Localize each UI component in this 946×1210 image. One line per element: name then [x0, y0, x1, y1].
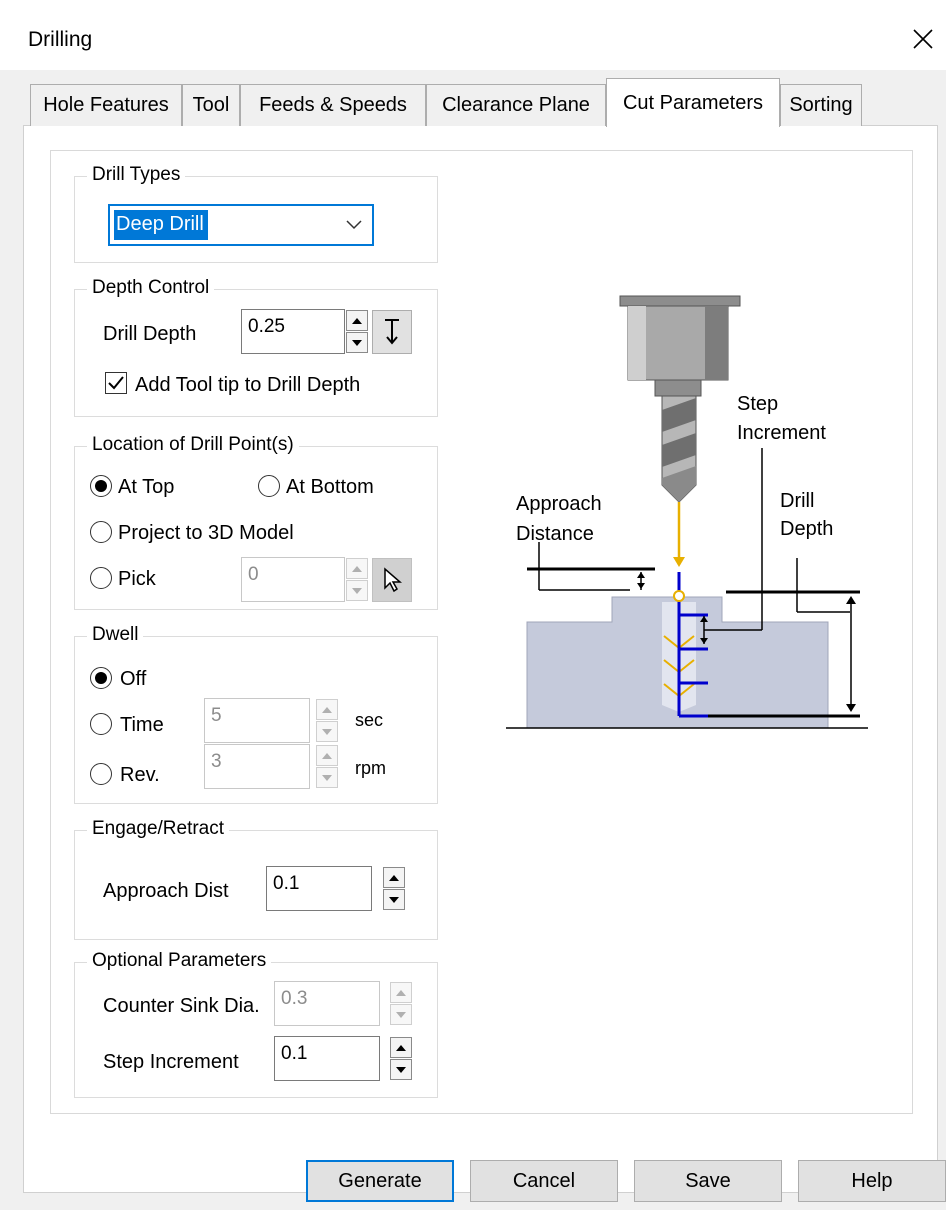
- pick-point-button[interactable]: [372, 558, 412, 602]
- depth-label-line1: Drill: [780, 490, 814, 512]
- at-top-radio[interactable]: [90, 475, 112, 497]
- drill-depth-down-button[interactable]: [346, 332, 368, 353]
- tab-cut-parameters[interactable]: Cut Parameters: [606, 78, 780, 127]
- dwell-off-label: Off: [120, 668, 147, 690]
- tab-hole-features[interactable]: Hole Features: [30, 84, 182, 126]
- arrow-up-icon: [396, 1044, 406, 1051]
- cancel-button[interactable]: Cancel: [470, 1160, 618, 1202]
- step-label-line1: Step: [737, 393, 778, 415]
- optional-parameters-legend: Optional Parameters: [87, 950, 272, 972]
- arrow-down-icon: [389, 896, 399, 903]
- pick-down-button[interactable]: [346, 580, 368, 601]
- dwell-rev-unit: rpm: [355, 758, 386, 778]
- counter-sink-up-button[interactable]: [390, 982, 412, 1003]
- project-label: Project to 3D Model: [118, 522, 294, 544]
- tab-clearance-plane[interactable]: Clearance Plane: [426, 84, 606, 126]
- arrow-up-icon: [352, 317, 362, 324]
- counter-sink-down-button[interactable]: [390, 1004, 412, 1025]
- approach-dist-input[interactable]: 0.1: [266, 866, 372, 911]
- at-bottom-label: At Bottom: [286, 476, 374, 498]
- arrow-down-icon: [352, 339, 362, 346]
- arrow-up-icon: [396, 989, 406, 996]
- arrow-up-icon: [322, 706, 332, 713]
- arrow-up-icon: [322, 752, 332, 759]
- step-increment-up-button[interactable]: [390, 1037, 412, 1058]
- dwell-time-unit: sec: [355, 710, 384, 730]
- depth-control-legend: Depth Control: [87, 277, 215, 299]
- counter-sink-input[interactable]: 0.3: [274, 981, 380, 1026]
- depth-label-line2: Depth: [780, 518, 833, 540]
- drill-types-legend: Drill Types: [87, 164, 186, 186]
- step-label-line2: Increment: [737, 422, 826, 444]
- dwell-rev-label: Rev.: [120, 764, 160, 786]
- approach-dist-up-button[interactable]: [383, 867, 405, 888]
- arrow-up-icon: [389, 874, 399, 881]
- add-tool-tip-checkbox[interactable]: [105, 372, 127, 394]
- dwell-rev-down-button[interactable]: [316, 767, 338, 788]
- pick-value-input[interactable]: 0: [241, 557, 345, 602]
- pick-up-button[interactable]: [346, 558, 368, 579]
- step-increment-label: Step Increment: [103, 1051, 239, 1073]
- engage-retract-legend: Engage/Retract: [87, 818, 230, 840]
- dwell-off-radio[interactable]: [90, 667, 112, 689]
- generate-button[interactable]: Generate: [306, 1160, 454, 1202]
- arrow-down-icon: [396, 1011, 406, 1018]
- pick-depth-button[interactable]: [372, 310, 412, 354]
- dwell-time-down-button[interactable]: [316, 721, 338, 742]
- arrow-down-icon: [352, 587, 362, 594]
- add-tool-tip-label: Add Tool tip to Drill Depth: [135, 374, 361, 396]
- tab-strip: Hole Features Tool Feeds & Speeds Cleara…: [30, 78, 910, 127]
- at-bottom-radio[interactable]: [258, 475, 280, 497]
- dwell-rev-radio[interactable]: [90, 763, 112, 785]
- drill-depth-label: Drill Depth: [103, 323, 197, 345]
- arrow-down-icon: [322, 774, 332, 781]
- dwell-time-input[interactable]: 5: [204, 698, 310, 743]
- arrow-down-icon: [322, 728, 332, 735]
- dwell-rev-up-button[interactable]: [316, 745, 338, 766]
- approach-label-line2: Distance: [516, 523, 594, 545]
- dwell-legend: Dwell: [87, 624, 144, 646]
- arrow-up-icon: [352, 565, 362, 572]
- checkmark-icon: [108, 376, 124, 390]
- dwell-time-up-button[interactable]: [316, 699, 338, 720]
- location-legend: Location of Drill Point(s): [87, 434, 299, 456]
- drill-point-marker: [673, 590, 685, 602]
- cursor-arrow-icon: [384, 567, 402, 593]
- approach-dist-down-button[interactable]: [383, 889, 405, 910]
- drill-bit: [661, 395, 697, 503]
- close-icon: [913, 29, 933, 49]
- approach-arrow-icon: [673, 557, 685, 567]
- close-button[interactable]: [900, 14, 946, 64]
- drill-depth-input[interactable]: 0.25: [241, 309, 345, 354]
- project-radio[interactable]: [90, 521, 112, 543]
- depth-measure-icon: [385, 319, 399, 345]
- tab-feeds-speeds[interactable]: Feeds & Speeds: [240, 84, 426, 126]
- chevron-down-icon: [346, 220, 362, 230]
- step-increment-down-button[interactable]: [390, 1059, 412, 1080]
- drill-type-selected: Deep Drill: [114, 210, 208, 240]
- dwell-rev-input[interactable]: 3: [204, 744, 310, 789]
- approach-dist-label: Approach Dist: [103, 880, 229, 902]
- tab-sorting[interactable]: Sorting: [780, 84, 862, 126]
- step-increment-input[interactable]: 0.1: [274, 1036, 380, 1081]
- save-button[interactable]: Save: [634, 1160, 782, 1202]
- drill-depth-up-button[interactable]: [346, 310, 368, 331]
- tab-tool[interactable]: Tool: [182, 84, 240, 126]
- optional-parameters-group: Optional Parameters: [74, 950, 438, 1098]
- counter-sink-label: Counter Sink Dia.: [103, 995, 260, 1017]
- drill-type-select[interactable]: Deep Drill: [108, 204, 374, 246]
- drilling-diagram: Step Increment Approach Distance Drill D…: [506, 295, 868, 729]
- pick-radio[interactable]: [90, 567, 112, 589]
- pick-label: Pick: [118, 568, 156, 590]
- tool-holder: [619, 295, 741, 397]
- arrow-down-icon: [396, 1066, 406, 1073]
- title-bar: [0, 0, 946, 70]
- window-title: Drilling: [28, 28, 93, 51]
- dwell-time-label: Time: [120, 714, 164, 736]
- help-button[interactable]: Help: [798, 1160, 946, 1202]
- dwell-time-radio[interactable]: [90, 713, 112, 735]
- approach-label-line1: Approach: [516, 493, 602, 515]
- at-top-label: At Top: [118, 476, 175, 498]
